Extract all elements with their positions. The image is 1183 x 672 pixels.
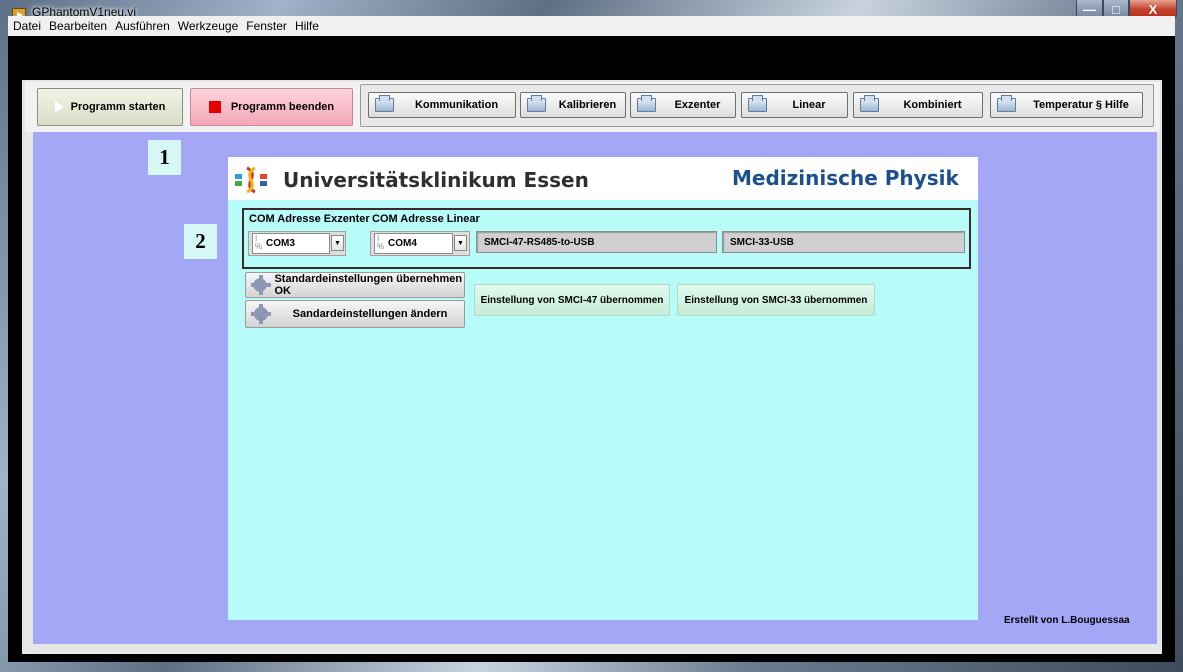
- menu-ausfuehren[interactable]: Ausführen: [115, 19, 170, 33]
- start-program-button[interactable]: Programm starten: [37, 88, 183, 126]
- menu-fenster[interactable]: Fenster: [246, 19, 287, 33]
- menu-bearbeiten[interactable]: Bearbeiten: [49, 19, 107, 33]
- start-program-label: Programm starten: [70, 101, 166, 113]
- com-linear-select[interactable]: I% COM4: [374, 233, 453, 254]
- annotation-marker-1: 1: [148, 140, 181, 175]
- folder-icon: [637, 95, 656, 112]
- com-exzenter-label: COM Adresse Exzenter: [249, 213, 370, 225]
- author-credit: Erstellt von L.Bouguessaa: [1004, 615, 1130, 626]
- apply-defaults-button[interactable]: Standardeinstellungen übernehmen OK: [245, 272, 465, 298]
- gear-icon: [251, 304, 271, 324]
- menu-datei[interactable]: Datei: [13, 19, 41, 33]
- tab-temperatur-hilfe[interactable]: Temperatur § Hilfe: [990, 92, 1143, 118]
- menu-werkzeuge[interactable]: Werkzeuge: [178, 19, 238, 33]
- stop-program-button[interactable]: Programm beenden: [190, 88, 353, 126]
- com-exzenter-dropdown[interactable]: ▼: [331, 235, 344, 251]
- com-linear-label: COM Adresse Linear: [372, 213, 480, 225]
- department-title: Medizinische Physik: [732, 166, 959, 190]
- university-title: Universitätsklinikum Essen: [283, 168, 589, 192]
- tab-kalibrieren[interactable]: Kalibrieren: [520, 92, 626, 118]
- stop-icon: [208, 101, 221, 113]
- menu-bar: Datei Bearbeiten Ausführen Werkzeuge Fen…: [8, 16, 1175, 36]
- stop-program-label: Programm beenden: [230, 101, 335, 113]
- menu-hilfe[interactable]: Hilfe: [295, 19, 319, 33]
- tab-exzenter[interactable]: Exzenter: [630, 92, 736, 118]
- io-name-icon: I%: [377, 234, 385, 251]
- folder-icon: [375, 95, 394, 112]
- change-defaults-button[interactable]: Sandardeinstellungen ändern: [245, 300, 465, 328]
- folder-icon: [527, 95, 546, 112]
- university-logo-icon: [235, 166, 267, 194]
- tab-kommunikation[interactable]: Kommunikation: [368, 92, 516, 118]
- folder-icon: [748, 95, 767, 112]
- chevron-down-icon: ▼: [334, 239, 341, 247]
- tab-linear[interactable]: Linear: [741, 92, 848, 118]
- com-linear-dropdown[interactable]: ▼: [454, 235, 467, 251]
- com-exzenter-select[interactable]: I% COM3: [252, 233, 330, 254]
- chevron-down-icon: ▼: [457, 239, 464, 247]
- smci47-applied-indicator[interactable]: Einstellung von SMCI-47 übernommen: [474, 284, 670, 316]
- play-icon: [53, 100, 65, 114]
- annotation-marker-2: 2: [184, 224, 217, 259]
- folder-icon: [860, 95, 879, 112]
- io-name-icon: I%: [255, 234, 263, 251]
- device-exzenter-readout: SMCI-47-RS485-to-USB: [476, 231, 717, 253]
- gear-icon: [250, 275, 272, 295]
- tab-kombiniert[interactable]: Kombiniert: [853, 92, 983, 118]
- folder-icon: [997, 95, 1016, 112]
- smci33-applied-indicator[interactable]: Einstellung von SMCI-33 übernommen: [677, 284, 875, 316]
- device-linear-readout: SMCI-33-USB: [722, 231, 965, 253]
